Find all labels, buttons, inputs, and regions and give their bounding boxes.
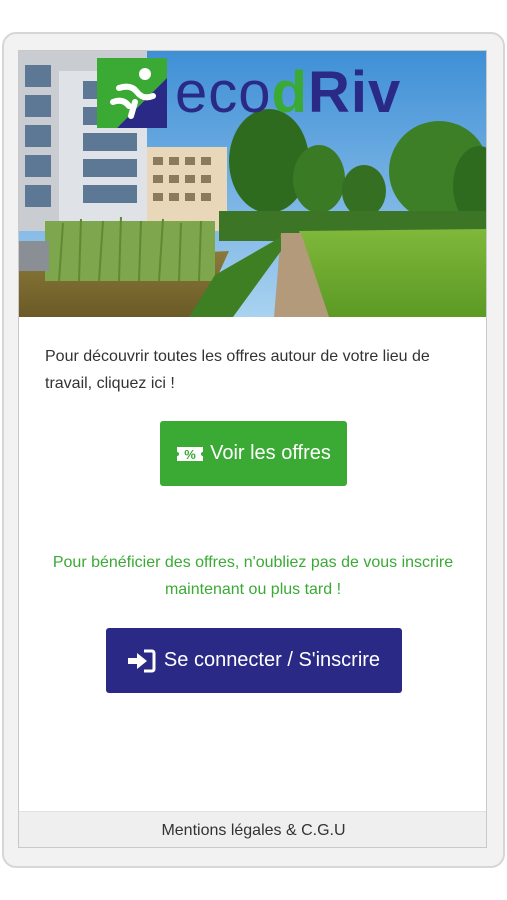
legal-footer: Mentions légales & C.G.U [19, 811, 486, 847]
legal-terms-link[interactable]: Mentions légales & C.G.U [161, 822, 345, 840]
login-register-button[interactable]: Se connecter / S'inscrire [106, 628, 402, 693]
app-screen: ecodRiv Pour découvrir toutes les offres… [18, 50, 487, 848]
logo-mark-icon [97, 58, 167, 128]
intro-text: Pour découvrir toutes les offres autour … [45, 348, 430, 392]
svg-text:%: % [184, 447, 196, 462]
sign-in-icon [127, 649, 156, 673]
promo-text: Pour bénéficier des offres, n'oubliez pa… [52, 554, 454, 598]
view-offers-button[interactable]: % Voir les offres [160, 421, 347, 486]
logo-wordmark: ecodRiv [175, 60, 402, 125]
ecodriv-logo: ecodRiv [97, 58, 401, 128]
hero-image: ecodRiv [19, 51, 486, 317]
coupon-percent-icon: % [176, 444, 204, 464]
view-offers-label: Voir les offres [210, 442, 331, 464]
login-register-label: Se connecter / S'inscrire [163, 649, 381, 671]
